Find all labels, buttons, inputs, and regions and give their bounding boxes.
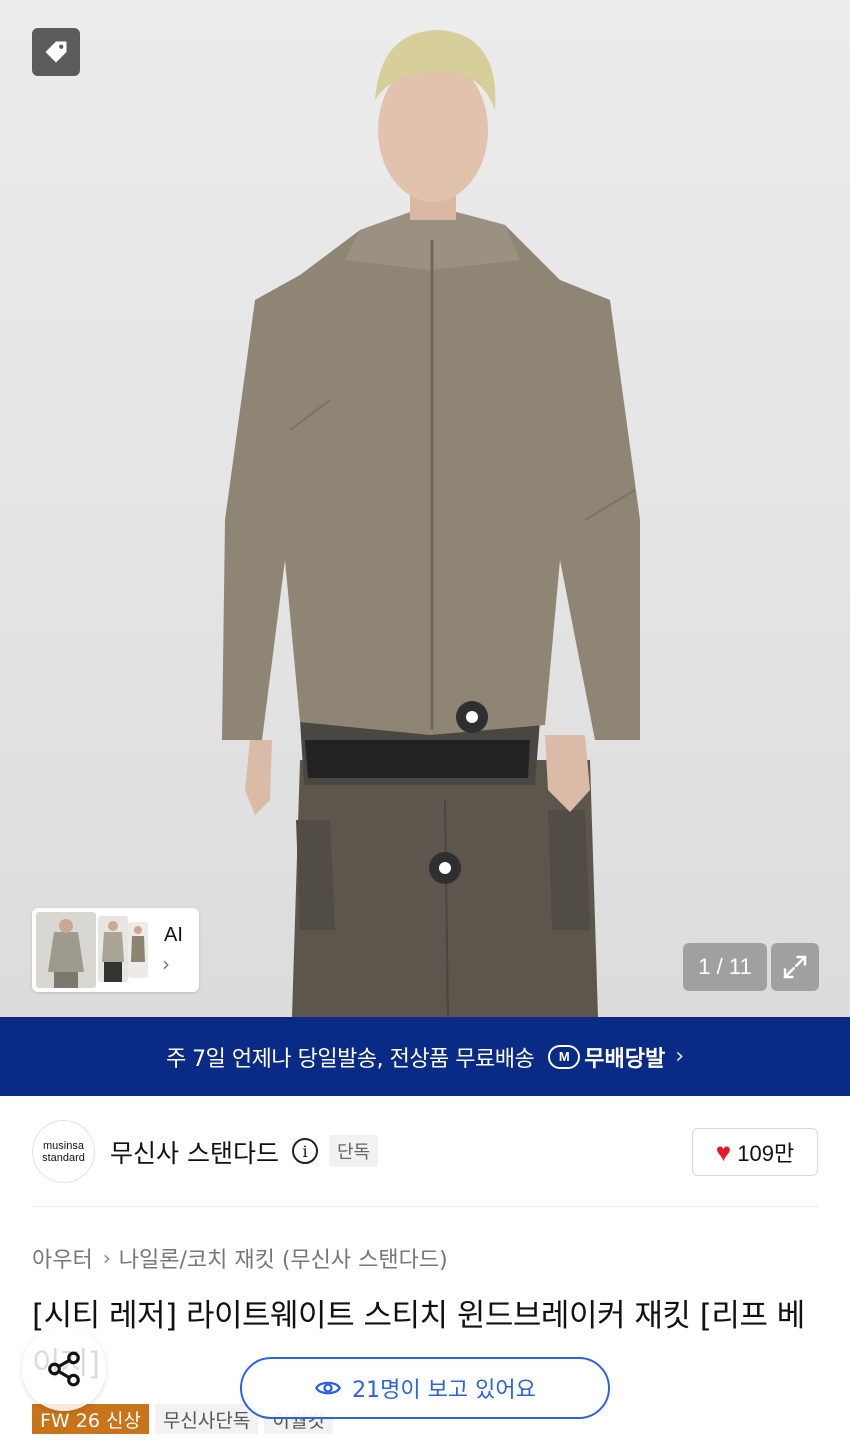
share-icon	[48, 1351, 80, 1387]
thumbnail-image	[36, 912, 96, 988]
chevron-right-icon: ›	[162, 952, 170, 976]
expand-icon	[783, 955, 807, 979]
exclusive-badge: 무신사단독	[154, 1404, 259, 1434]
tag-button[interactable]	[32, 28, 80, 76]
shipping-banner[interactable]: 주 7일 언제나 당일발송, 전상품 무료배송 M 무배당발 ›	[0, 1017, 850, 1096]
like-button[interactable]: ♥ 109만	[692, 1128, 818, 1176]
thumbnail-image	[128, 922, 148, 978]
exclusive-badge: 단독	[329, 1135, 379, 1167]
product-hotspot[interactable]	[456, 701, 488, 733]
truck-icon: M	[548, 1044, 581, 1069]
tag-icon	[45, 41, 67, 63]
brand-row: musinsa standard 무신사 스탠다드 i 단독 ♥ 109만	[32, 1118, 818, 1184]
thumbnail-image	[98, 916, 128, 982]
info-icon[interactable]: i	[292, 1138, 318, 1164]
ai-label: AI	[164, 924, 183, 946]
brand-logo-line2: standard	[42, 1151, 85, 1164]
share-button[interactable]	[22, 1327, 106, 1411]
viewers-pill: 21명이 보고 있어요	[240, 1357, 610, 1419]
heart-icon: ♥	[715, 1136, 732, 1167]
expand-button[interactable]	[771, 943, 819, 991]
chevron-right-icon: ›	[102, 1246, 111, 1270]
product-hotspot[interactable]	[429, 852, 461, 884]
banner-text: 주 7일 언제나 당일발송, 전상품 무료배송	[165, 1046, 535, 1072]
ai-thumbnail-card[interactable]: AI ›	[32, 908, 199, 992]
breadcrumb: 아우터 › 나일론/코치 재킷 (무신사 스탠다드)	[32, 1242, 448, 1274]
banner-logo-text: 무배당발	[584, 1046, 666, 1072]
viewers-text: 21명이 보고 있어요	[352, 1378, 536, 1403]
banner-logo: M 무배당발	[548, 1041, 665, 1073]
breadcrumb-item-outer[interactable]: 아우터	[32, 1242, 93, 1274]
brand-logo-line1: musinsa	[43, 1139, 84, 1152]
brand-name[interactable]: 무신사 스탠다드	[110, 1134, 279, 1170]
product-image-carousel[interactable]: AI › 1 / 11	[0, 0, 850, 1017]
product-photo	[222, 30, 640, 1017]
eye-icon	[315, 1381, 342, 1395]
like-count: 109만	[737, 1141, 795, 1166]
chevron-right-icon: ›	[675, 1044, 685, 1069]
divider	[32, 1206, 818, 1207]
breadcrumb-item-category[interactable]: 나일론/코치 재킷 (무신사 스탠다드)	[119, 1242, 448, 1274]
image-counter: 1 / 11	[683, 943, 767, 991]
brand-logo[interactable]: musinsa standard	[32, 1120, 95, 1183]
